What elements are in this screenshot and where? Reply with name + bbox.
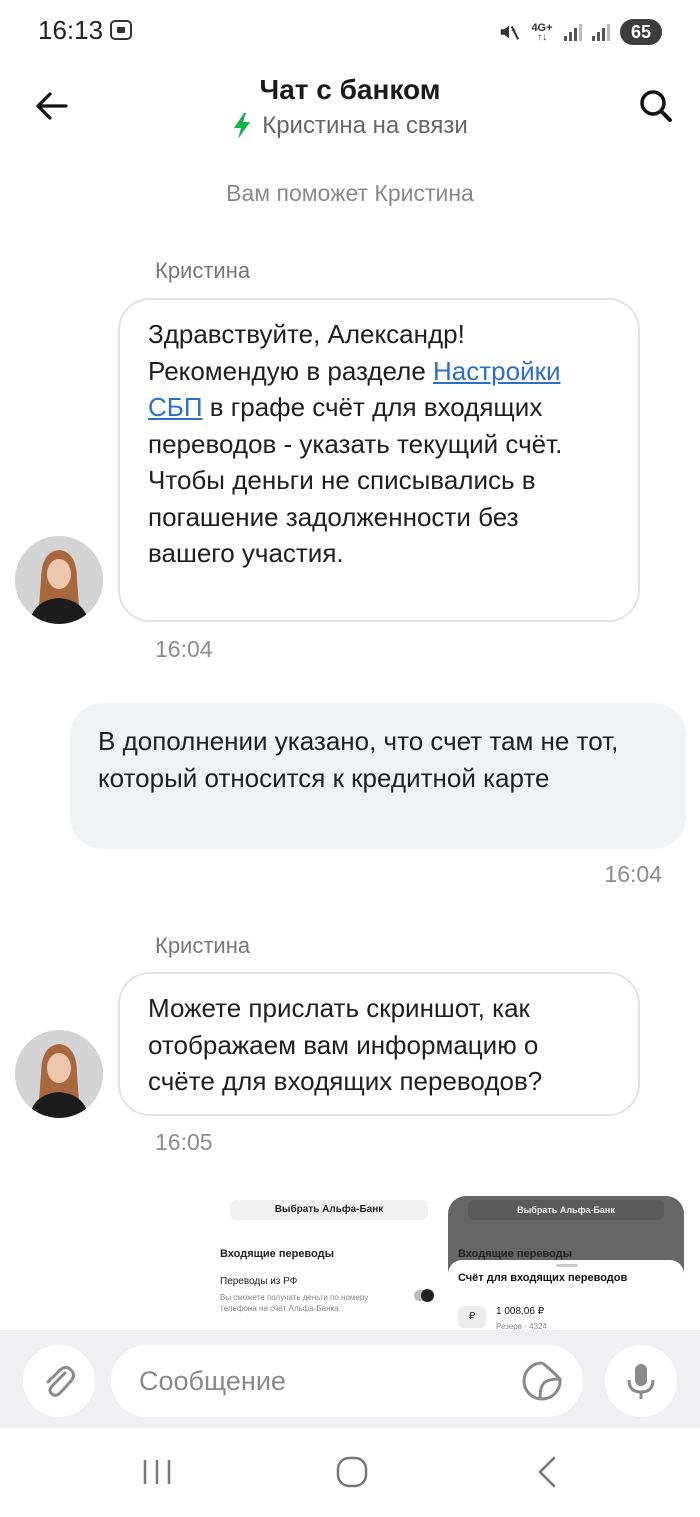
message-time: 16:04 xyxy=(604,861,662,887)
voice-message-button[interactable] xyxy=(605,1345,677,1417)
agent-photo xyxy=(15,1030,103,1118)
network-type: 4G+ ↑↓ xyxy=(531,21,553,43)
message-text: Чтобы деньги не списывались в погашение … xyxy=(148,465,536,568)
account-reserve: Резерв · 4324 xyxy=(496,1322,547,1330)
attachment-item-title: Переводы из РФ xyxy=(220,1276,298,1287)
agent-status: Кристина на связи xyxy=(0,112,700,140)
account-amount: 1 008,06 ₽ xyxy=(496,1306,545,1317)
status-time: 16:13 xyxy=(38,15,104,45)
attachment-heading: Входящие переводы xyxy=(220,1248,335,1260)
system-note: Вам поможет Кристина xyxy=(226,180,474,206)
attachment-heading: Входящие переводы xyxy=(458,1248,573,1260)
avatar xyxy=(15,1030,103,1118)
sender-name: Кристина xyxy=(155,258,251,283)
attach-button[interactable] xyxy=(23,1345,95,1417)
avatar xyxy=(15,536,103,624)
status-bar: 16:13 4G+ ↑↓ 65 xyxy=(0,0,700,62)
sender-name: Кристина xyxy=(155,933,251,958)
incoming-message: Здравствуйте, Александр! Рекомендую в ра… xyxy=(118,298,640,622)
message-text: в графе счёт для входящих переводов - ук… xyxy=(148,392,563,459)
attachment-button-text: Выбрать Альфа-Банк xyxy=(230,1200,428,1220)
home-icon[interactable] xyxy=(332,1452,372,1492)
message-text: Здравствуйте, Александр! Рекомендую в ра… xyxy=(148,319,465,386)
attachment-button-text: Выбрать Альфа-Банк xyxy=(468,1200,664,1220)
message-text: В дополнении указано, что счет там не то… xyxy=(98,726,619,793)
message-time: 16:05 xyxy=(155,1129,213,1155)
microphone-icon xyxy=(627,1364,655,1399)
lightning-icon xyxy=(234,113,251,139)
toggle-icon xyxy=(414,1289,434,1302)
sticker-icon[interactable] xyxy=(520,1359,564,1403)
mute-icon xyxy=(500,25,520,40)
sheet-handle xyxy=(556,1264,578,1267)
chat-title: Чат с банком xyxy=(259,74,441,105)
signal-icon-2 xyxy=(592,23,610,41)
outgoing-message: В дополнении указано, что счет там не то… xyxy=(70,703,686,849)
ruble-icon: ₽ xyxy=(458,1306,486,1328)
recent-apps-icon[interactable] xyxy=(137,1452,177,1492)
attachment-image-2[interactable]: Выбрать Альфа-Банк Входящие переводы Счё… xyxy=(448,1196,684,1330)
agent-photo xyxy=(15,536,103,624)
attachment-sheet: Счёт для входящих переводов ₽ 1 008,06 ₽… xyxy=(448,1260,684,1330)
sheet-title: Счёт для входящих переводов xyxy=(458,1272,628,1284)
image-attachment[interactable]: Выбрать Альфа-Банк Входящие переводы Пер… xyxy=(218,1196,684,1330)
message-composer xyxy=(0,1330,700,1428)
signal-icon xyxy=(564,23,582,41)
screenshot-icon xyxy=(110,20,132,40)
paperclip-icon xyxy=(46,1366,75,1397)
message-time: 16:04 xyxy=(155,636,213,662)
search-icon[interactable] xyxy=(636,86,676,126)
navigation-bar xyxy=(0,1428,700,1517)
incoming-message: Можете прислать скриншот, как отображаем… xyxy=(118,972,640,1116)
chat-header: Чат с банком Кристина на связи xyxy=(0,62,700,162)
agent-status-text: Кристина на связи xyxy=(262,112,468,139)
back-nav-icon[interactable] xyxy=(528,1452,568,1492)
attachment-image-1[interactable]: Выбрать Альфа-Банк Входящие переводы Пер… xyxy=(218,1196,440,1330)
message-input[interactable] xyxy=(111,1345,583,1417)
status-indicators: 4G+ ↑↓ 65 xyxy=(498,18,662,46)
attachment-item-desc: Вы сможете получать деньги по номеру тел… xyxy=(220,1293,369,1313)
message-text: Можете прислать скриншот, как отображаем… xyxy=(148,993,543,1096)
battery-indicator: 65 xyxy=(620,19,662,45)
